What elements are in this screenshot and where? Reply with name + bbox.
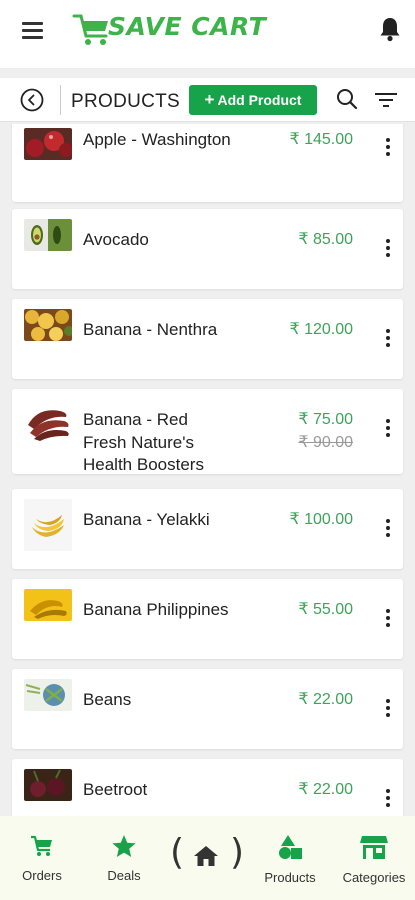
product-price: ₹ 85.00: [298, 231, 353, 248]
product-name: Banana - Nenthra: [83, 320, 218, 339]
bell-icon[interactable]: [379, 16, 401, 42]
more-options-icon[interactable]: [382, 138, 394, 162]
product-name: Banana - Red Fresh Nature's Health Boost…: [83, 410, 204, 474]
page-title: PRODUCTS: [71, 91, 181, 112]
nav-products-label: Products: [264, 870, 316, 885]
product-thumbnail: [24, 219, 72, 251]
product-name: Avocado: [83, 230, 149, 249]
nav-products[interactable]: Products: [250, 834, 330, 885]
product-thumbnail: [24, 589, 72, 621]
product-price: ₹ 145.00: [289, 131, 353, 148]
more-options-icon[interactable]: [382, 419, 394, 443]
product-card[interactable]: Apple - Washington ₹ 145.00: [12, 124, 403, 202]
search-icon[interactable]: [336, 88, 358, 110]
product-card[interactable]: Banana - Red Fresh Nature's Health Boost…: [12, 389, 403, 474]
product-thumbnail: [24, 679, 72, 711]
cart-logo-icon: [72, 14, 108, 45]
add-product-label: Add Product: [217, 92, 302, 108]
products-toolbar: PRODUCTS + Add Product: [0, 78, 415, 122]
yelakki-banana-image-icon: [24, 499, 72, 551]
home-left-bracket: (: [170, 832, 185, 873]
banana-image-icon: [24, 589, 72, 621]
more-options-icon[interactable]: [382, 789, 394, 813]
logo-text: SAVE CART: [108, 12, 267, 41]
product-price: ₹ 120.00: [289, 321, 353, 338]
apple-image-icon: [24, 128, 72, 160]
product-card[interactable]: Banana Philippines ₹ 55.00: [12, 579, 403, 659]
product-card[interactable]: Banana - Nenthra ₹ 120.00: [12, 299, 403, 379]
more-options-icon[interactable]: [382, 609, 394, 633]
product-card[interactable]: Banana - Yelakki ₹ 100.00: [12, 489, 403, 569]
filter-icon[interactable]: [375, 90, 397, 110]
product-list: Apple - Washington ₹ 145.00 Avocado ₹ 85…: [0, 124, 415, 816]
avocado-image-icon: [24, 219, 72, 251]
product-name: Banana - Yelakki: [83, 510, 210, 529]
star-icon: [112, 835, 136, 857]
beetroot-image-icon: [24, 769, 72, 801]
product-thumbnail: [24, 403, 72, 443]
cart-icon: [31, 835, 52, 856]
nav-orders[interactable]: Orders: [2, 834, 82, 883]
toolbar-divider: [60, 85, 61, 115]
store-icon: [360, 836, 388, 859]
product-name: Apple - Washington: [83, 130, 231, 149]
product-price: ₹ 22.00: [298, 691, 353, 708]
product-card[interactable]: Beetroot ₹ 22.00: [12, 759, 403, 816]
product-name: Banana Philippines: [83, 600, 229, 619]
more-options-icon[interactable]: [382, 519, 394, 543]
nav-deals[interactable]: Deals: [84, 834, 164, 883]
menu-icon[interactable]: [22, 22, 44, 40]
product-price: ₹ 55.00: [298, 601, 353, 618]
nav-orders-label: Orders: [22, 868, 62, 883]
product-price: ₹ 75.00: [298, 411, 353, 428]
savecart-logo: SAVE CART: [72, 10, 272, 48]
nav-deals-label: Deals: [107, 868, 141, 883]
plus-icon: +: [204, 90, 215, 109]
red-banana-image-icon: [24, 403, 72, 443]
product-name: Beans: [83, 690, 132, 709]
beans-image-icon: [24, 679, 72, 711]
product-thumbnail: [24, 499, 72, 551]
more-options-icon[interactable]: [382, 699, 394, 723]
home-icon: [194, 846, 218, 866]
bottom-navigation: Orders Deals ( ) Products Categories: [0, 816, 415, 900]
banana-chips-image-icon: [24, 309, 72, 341]
product-price: ₹ 100.00: [289, 511, 353, 528]
product-thumbnail: [24, 769, 72, 801]
product-price: ₹ 22.00: [298, 781, 353, 798]
add-product-button[interactable]: + Add Product: [189, 85, 317, 115]
more-options-icon[interactable]: [382, 239, 394, 263]
nav-home[interactable]: ( ): [170, 832, 244, 876]
product-card[interactable]: Avocado ₹ 85.00: [12, 209, 403, 289]
product-name: Beetroot: [83, 780, 148, 799]
app-header: SAVE CART: [0, 0, 415, 68]
more-options-icon[interactable]: [382, 329, 394, 353]
product-card[interactable]: Beans ₹ 22.00: [12, 669, 403, 749]
product-thumbnail: [24, 128, 72, 160]
nav-categories-label: Categories: [342, 870, 406, 885]
products-shapes-icon: [279, 835, 302, 859]
product-old-price: ₹ 90.00: [298, 434, 353, 451]
nav-categories[interactable]: Categories: [334, 834, 414, 885]
back-arrow-icon[interactable]: [20, 88, 44, 112]
product-thumbnail: [24, 309, 72, 341]
home-right-bracket: ): [230, 832, 245, 873]
